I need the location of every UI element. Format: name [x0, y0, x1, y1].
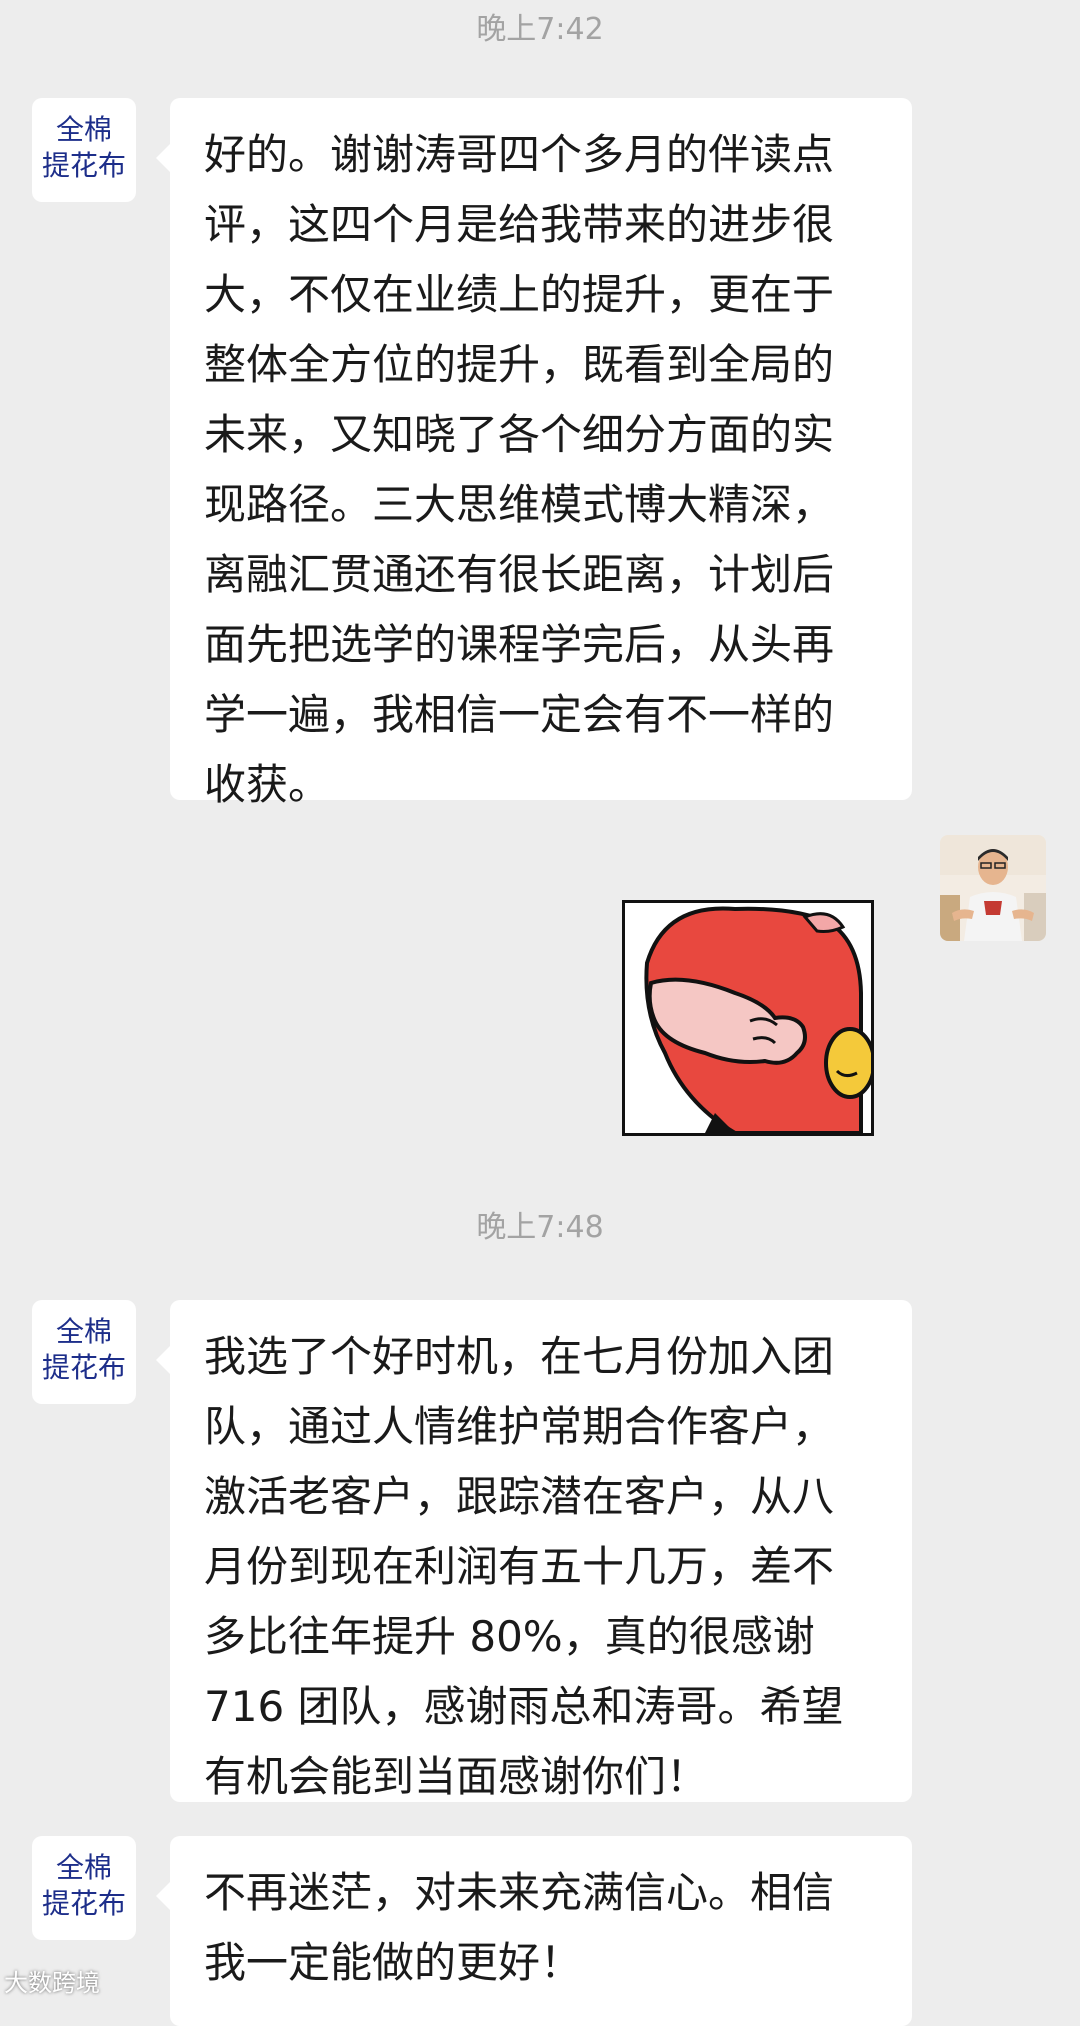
message-text-line: 好的。谢谢涛哥四个多月的伴读点	[204, 130, 835, 179]
message-text-line: 收获。	[204, 760, 331, 809]
message-text-line: 月份到现在利润有五十几万，差不	[204, 1542, 835, 1591]
contact-avatar[interactable]: 全棉 提花布	[32, 1300, 136, 1404]
message-text-line: 多比往年提升 80%，真的很感谢	[204, 1612, 815, 1661]
message-text-line: 激活老客户，跟踪潜在客户，从八	[204, 1472, 835, 1521]
message-text-line: 我一定能做的更好！	[204, 1938, 583, 1987]
watermark-text: 大数跨境	[4, 1969, 100, 1997]
contact-avatar[interactable]: 全棉 提花布	[32, 1836, 136, 1940]
contact-avatar-line: 提花布	[41, 1887, 126, 1920]
message-text-line: 评，这四个月是给我带来的进步很	[204, 200, 835, 249]
contact-avatar-line: 全棉	[55, 1315, 112, 1348]
message-text-line: 现路径。三大思维模式博大精深，	[204, 480, 835, 529]
sticker-image[interactable]	[622, 900, 874, 1136]
message-text-line: 716 团队，感谢雨总和涛哥。希望	[204, 1682, 844, 1731]
user-avatar[interactable]	[940, 835, 1046, 941]
sticker-flexing-arm-icon	[625, 903, 871, 1133]
message-bubble[interactable]: 好的。谢谢涛哥四个多月的伴读点 评，这四个月是给我带来的进步很 大，不仅在业绩上…	[156, 98, 912, 809]
message-text-line: 大，不仅在业绩上的提升，更在于	[204, 270, 835, 319]
message-bubble[interactable]: 我选了个好时机，在七月份加入团 队，通过人情维护常期合作客户， 激活老客户，跟踪…	[156, 1300, 912, 1802]
contact-avatar[interactable]: 全棉 提花布	[32, 98, 136, 202]
message-text-line: 不再迷茫，对未来充满信心。相信	[204, 1868, 835, 1917]
contact-avatar-line: 提花布	[41, 1351, 126, 1384]
message-text-line: 离融汇贯通还有很长距离，计划后	[204, 550, 835, 599]
user-photo-icon	[940, 835, 1046, 941]
message-text-line: 学一遍，我相信一定会有不一样的	[204, 690, 835, 739]
timestamp: 晚上7:48	[476, 1210, 604, 1245]
message-text-line: 有机会能到当面感谢你们！	[204, 1752, 709, 1801]
message-bubble[interactable]: 不再迷茫，对未来充满信心。相信 我一定能做的更好！	[156, 1836, 912, 2026]
watermark: 大数跨境	[4, 1968, 100, 1998]
timestamp: 晚上7:42	[476, 12, 604, 47]
message-text-line: 面先把选学的课程学完后，从头再	[204, 620, 835, 669]
contact-avatar-line: 提花布	[41, 149, 126, 182]
message-text-line: 未来，又知晓了各个细分方面的实	[204, 410, 835, 459]
contact-avatar-line: 全棉	[55, 1851, 112, 1884]
message-text-line: 整体全方位的提升，既看到全局的	[204, 340, 835, 389]
message-text-line: 队，通过人情维护常期合作客户，	[204, 1402, 835, 1451]
contact-avatar-line: 全棉	[55, 113, 112, 146]
message-text-line: 我选了个好时机，在七月份加入团	[204, 1332, 835, 1381]
